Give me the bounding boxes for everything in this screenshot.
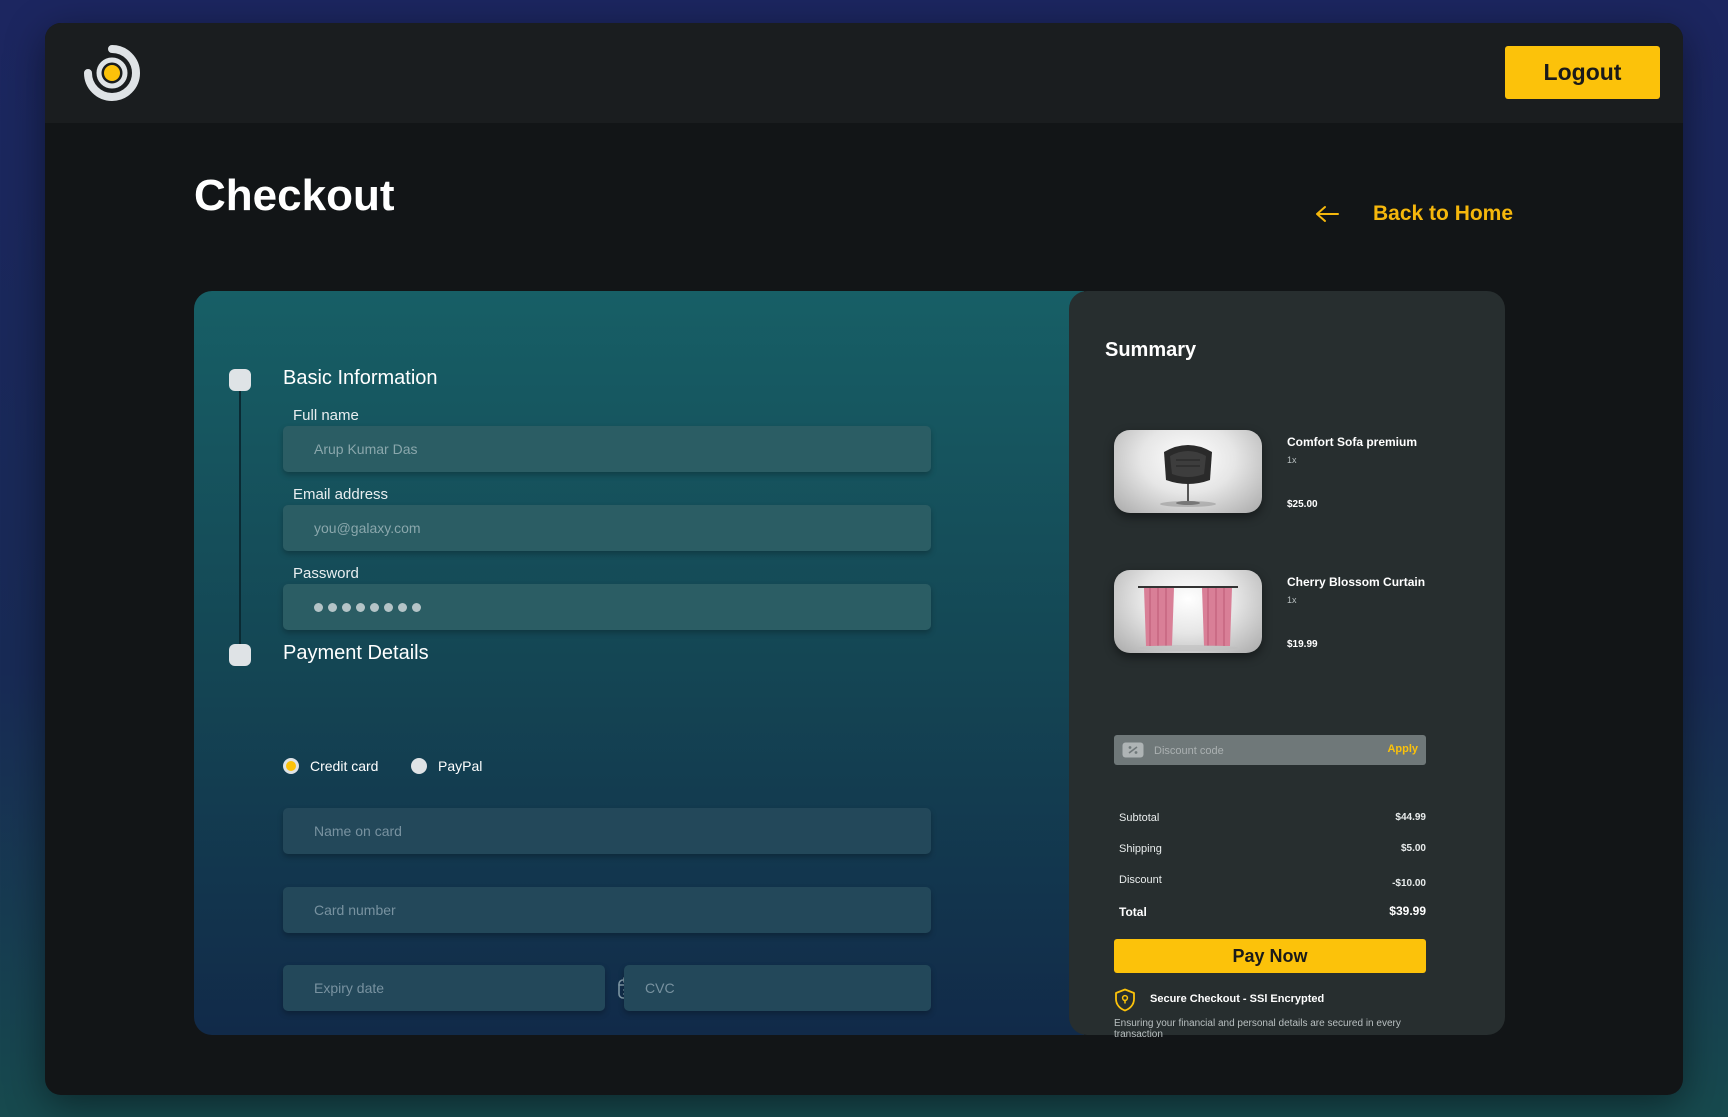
- item-price: $19.99: [1287, 639, 1318, 650]
- password-dot: [356, 602, 365, 612]
- apply-discount-button[interactable]: Apply: [1387, 743, 1418, 755]
- paypal-label: PayPal: [438, 758, 483, 774]
- item-qty: 1x: [1287, 455, 1297, 465]
- discount-value: -$10.00: [1392, 878, 1426, 889]
- checkout-form-panel: Basic Information Full name Email addres…: [194, 291, 1084, 1035]
- order-summary-panel: Summary Comfort Sofa premium 1x $25.00 C…: [1069, 291, 1505, 1040]
- password-dot: [314, 602, 323, 612]
- card-number-field[interactable]: [283, 887, 931, 933]
- cvc-field[interactable]: [624, 965, 931, 1011]
- credit-card-label: Credit card: [310, 758, 379, 774]
- email-field[interactable]: [283, 505, 931, 551]
- subtotal-label: Subtotal: [1119, 812, 1160, 824]
- app-window: Logout Checkout Back to Home Basic Infor…: [45, 23, 1683, 1095]
- full-name-field[interactable]: [283, 426, 931, 472]
- password-label: Password: [293, 565, 359, 582]
- basic-info-title: Basic Information: [283, 367, 438, 389]
- password-dot: [328, 602, 337, 612]
- item-name: Comfort Sofa premium: [1287, 435, 1418, 449]
- password-dot: [412, 602, 421, 612]
- shipping-value: $5.00: [1400, 843, 1426, 854]
- secure-checkout-title: Secure Checkout - SSl Encrypted: [1150, 993, 1325, 1005]
- page-title: Checkout: [194, 171, 395, 220]
- item-name: Cherry Blossom Curtain: [1287, 575, 1426, 589]
- full-name-label: Full name: [293, 407, 359, 424]
- summary-title: Summary: [1105, 339, 1197, 361]
- shipping-label: Shipping: [1119, 843, 1162, 855]
- discount-tag-icon: [1122, 742, 1144, 758]
- secure-checkout-text: Ensuring your financial and personal det…: [1114, 1018, 1401, 1040]
- item-qty: 1x: [1287, 595, 1297, 605]
- item-price: $25.00: [1287, 499, 1318, 510]
- step-indicator-payment: [229, 644, 251, 666]
- discount-code-box: Apply: [1114, 735, 1426, 767]
- discount-code-input[interactable]: [1152, 735, 1376, 767]
- discount-label: Discount: [1119, 874, 1162, 886]
- email-label: Email address: [293, 486, 389, 503]
- password-dot: [342, 602, 351, 612]
- step-timeline: [239, 389, 241, 652]
- password-dot: [384, 602, 393, 612]
- shield-icon: [1115, 988, 1135, 1012]
- total-label: Total: [1119, 905, 1147, 919]
- arrow-left-icon: [1316, 206, 1339, 222]
- expiry-date-field[interactable]: [283, 965, 605, 1011]
- paypal-radio[interactable]: [411, 758, 427, 774]
- password-dot: [398, 602, 407, 612]
- name-on-card-field[interactable]: [283, 808, 931, 854]
- back-to-home-label: Back to Home: [1373, 202, 1514, 225]
- password-dot: [370, 602, 379, 612]
- password-field[interactable]: [283, 584, 931, 630]
- top-bar: Logout: [45, 23, 1683, 123]
- total-value: $39.99: [1389, 904, 1426, 918]
- logout-button[interactable]: Logout: [1505, 46, 1660, 99]
- back-to-home-link[interactable]: Back to Home: [1315, 197, 1513, 231]
- payment-details-title: Payment Details: [283, 642, 429, 664]
- curtain-image: [1114, 570, 1262, 653]
- ring-logo-icon[interactable]: [83, 44, 141, 102]
- subtotal-value: $44.99: [1395, 812, 1426, 823]
- credit-card-radio[interactable]: [283, 758, 299, 774]
- armchair-image: [1114, 430, 1262, 513]
- pay-now-button[interactable]: Pay Now: [1114, 939, 1426, 973]
- password-mask: [314, 602, 421, 612]
- payment-method-credit-card[interactable]: Credit card: [283, 758, 378, 774]
- payment-method-paypal[interactable]: PayPal: [411, 758, 482, 774]
- step-indicator-basic-info: [229, 369, 251, 391]
